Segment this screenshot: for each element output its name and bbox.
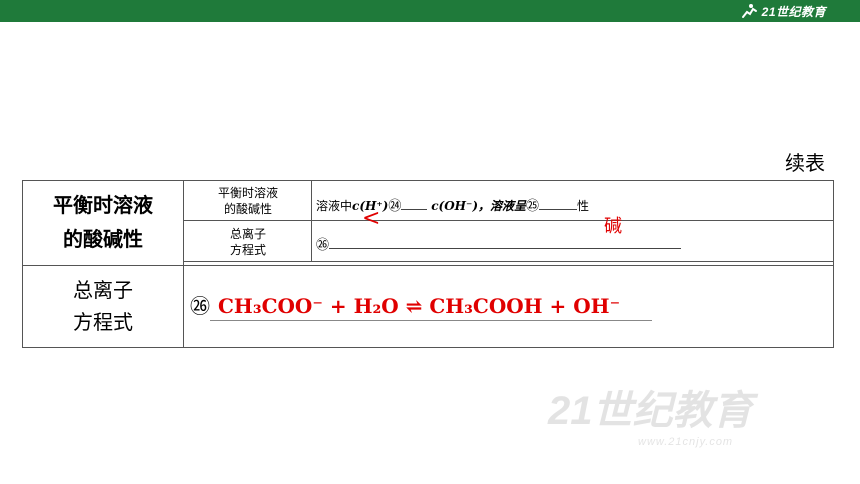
circle-number-26: ㉖	[190, 294, 210, 318]
inner-label-ionic-line1: 总离子	[229, 227, 266, 241]
equation-underline	[210, 320, 652, 321]
inner-label-acidity: 平衡时溶液 的酸碱性	[184, 185, 312, 217]
inner-bottom-line	[183, 261, 833, 262]
blank-26-small	[329, 237, 682, 249]
inner-divider-horizontal	[183, 220, 833, 221]
inner-text-suffix: 性	[577, 199, 590, 213]
row1-label-line2: 的酸碱性	[63, 227, 143, 251]
answer-24: <	[362, 206, 381, 231]
circle-number-25: ㉕	[526, 199, 540, 214]
table-divider-horizontal	[23, 265, 833, 266]
inner-label-acidity-line1: 平衡时溶液	[217, 186, 278, 200]
row1-label-line1: 平衡时溶液	[53, 193, 153, 217]
inner-text-c-oh: c(OH⁻)，溶液呈	[431, 199, 526, 213]
inner-text-prefix: 溶液中	[316, 199, 353, 213]
inner-label-acidity-line2: 的酸碱性	[223, 202, 272, 216]
row1-label: 平衡时溶液 的酸碱性	[24, 188, 182, 256]
inner-text-ionic: ㉖	[316, 234, 682, 253]
blank-24	[401, 198, 428, 210]
watermark-url: www.21cnjy.com	[638, 436, 734, 448]
circle-number-26-small: ㉖	[316, 238, 330, 253]
row2-label-line2: 方程式	[73, 310, 133, 334]
brand-logo: 21世纪教育	[740, 2, 826, 20]
row2-label-line1: 总离子	[73, 278, 133, 302]
watermark: 21世纪教育 www.21cnjy.com	[548, 378, 753, 448]
continued-table-caption: 续表	[785, 151, 825, 175]
top-header-bar: 21世纪教育	[0, 0, 860, 22]
runner-logo-icon	[741, 4, 757, 18]
circle-number-24: ㉔	[388, 199, 402, 214]
blank-25	[539, 198, 578, 210]
ionic-equation-answer: ㉖ CH₃COO⁻ + H₂O ⇌ CH₃COOH + OH⁻	[190, 290, 620, 319]
inner-label-ionic-line2: 方程式	[229, 243, 266, 257]
equation-text: CH₃COO⁻ + H₂O ⇌ CH₃COOH + OH⁻	[218, 294, 621, 318]
row2-label: 总离子 方程式	[24, 274, 182, 338]
inner-text-acidity: 溶液中c(H⁺)㉔ c(OH⁻)，溶液呈㉕性	[316, 195, 589, 214]
inner-label-ionic-equation: 总离子 方程式	[184, 226, 312, 258]
brand-text: 21世纪教育	[761, 4, 826, 19]
watermark-text: 21世纪教育	[548, 389, 753, 433]
